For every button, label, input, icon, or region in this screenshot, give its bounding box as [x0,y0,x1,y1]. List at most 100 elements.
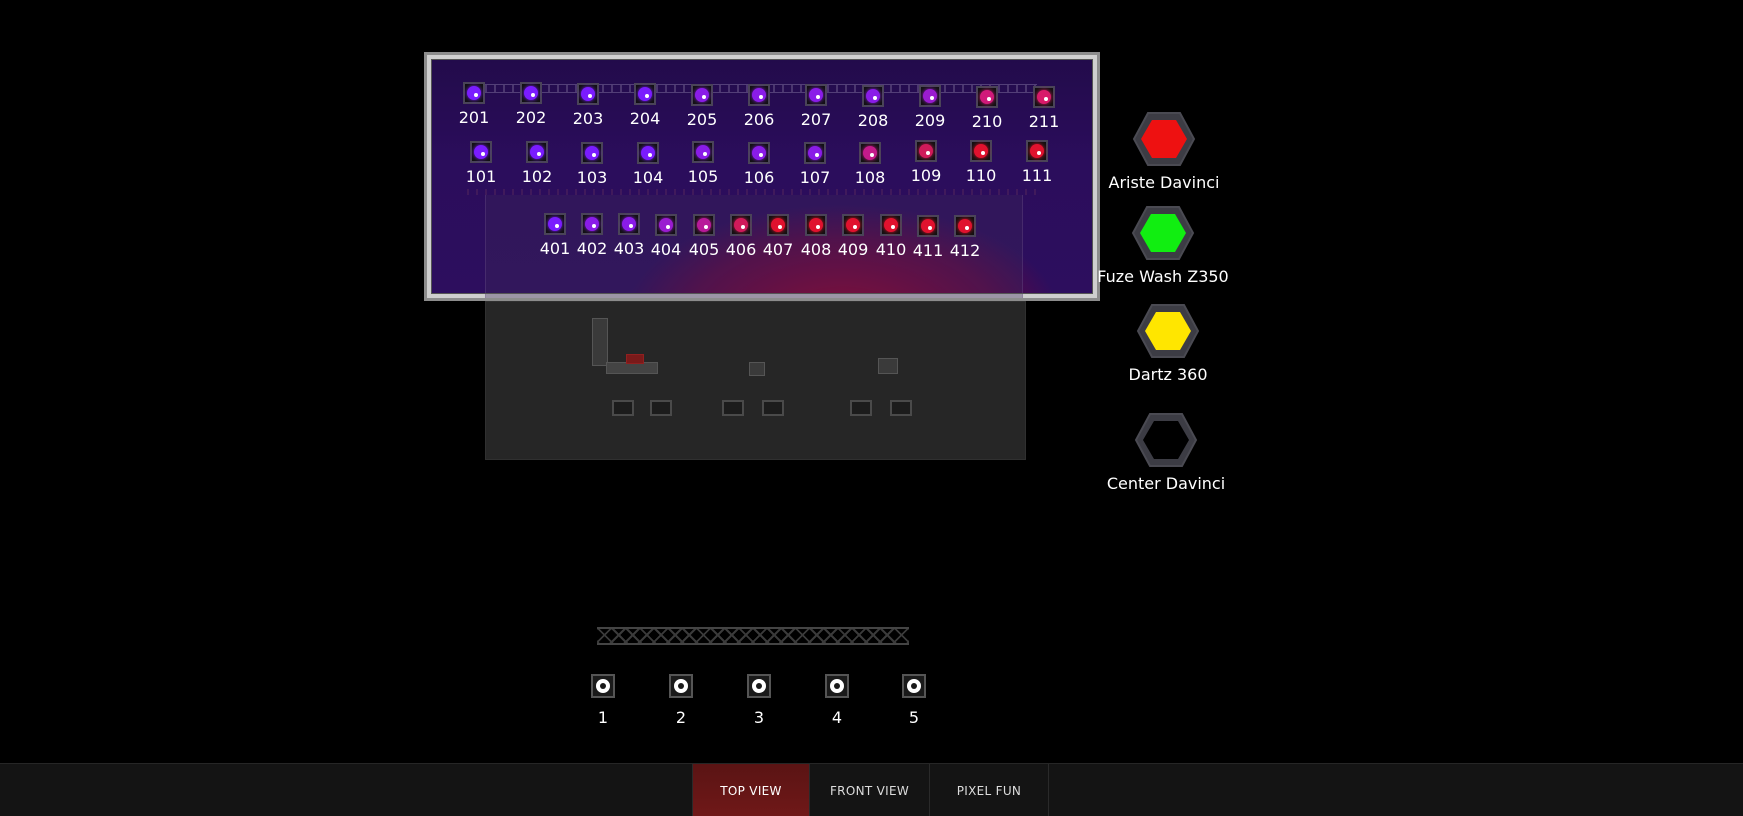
fixture-204[interactable]: 204 [617,83,673,135]
fixture-head-icon [618,213,640,235]
fixture-head-icon [805,214,827,236]
fixture-201[interactable]: 201 [446,82,502,134]
fixture-center-dot [481,152,485,156]
fixture-number: 109 [910,166,942,185]
fixture-210[interactable]: 210 [959,86,1015,138]
fixture-108[interactable]: 108 [842,142,898,194]
fixture-center-dot [648,153,652,157]
fixture-lamp [923,89,937,103]
fixture-center-dot [981,151,985,155]
fixture-101[interactable]: 101 [453,141,509,193]
fixture-center-dot [704,225,708,229]
fixture-head-icon [526,141,548,163]
fixture-lamp [659,218,673,232]
fixture-head-icon [634,83,656,105]
fixture-207[interactable]: 207 [788,84,844,136]
floor-lamp-number: 1 [597,708,609,727]
fixture-lamp [474,145,488,159]
hexagon-icon [1131,205,1195,261]
legend-item-ariste-davinci[interactable]: Ariste Davinci [1094,111,1234,192]
fixture-lamp [638,87,652,101]
floor-lamp-3[interactable]: 3 [734,674,784,727]
fixture-head-icon [917,215,939,237]
fixture-209[interactable]: 209 [902,85,958,137]
fixture-center-dot [1037,151,1041,155]
fixture-208[interactable]: 208 [845,85,901,137]
fixture-head-icon [859,142,881,164]
fixture-head-icon [730,214,752,236]
fixture-lamp [866,89,880,103]
fixture-lamp [695,88,709,102]
fixture-103[interactable]: 103 [564,142,620,194]
fixture-lamp [697,218,711,232]
fixture-center-dot [702,95,706,99]
fixture-center-dot [537,152,541,156]
legend-item-center-davinci[interactable]: Center Davinci [1096,412,1236,493]
fixture-111[interactable]: 111 [1009,140,1065,192]
fixture-center-dot [741,225,745,229]
floor-lamp-2[interactable]: 2 [656,674,706,727]
fixture-number: 206 [743,110,775,129]
fixture-center-dot [703,152,707,156]
fixture-105[interactable]: 105 [675,141,731,193]
fixture-lamp [884,218,898,232]
lamp-ring-icon [596,679,610,693]
fixture-center-dot [629,224,633,228]
fixture-number: 110 [965,166,997,185]
rig-tower [592,318,608,366]
fixture-109[interactable]: 109 [898,140,954,192]
rig-right-unit [878,358,898,374]
floor-lamp-number: 4 [831,708,843,727]
fixture-412[interactable]: 412 [937,215,993,267]
lighting-preview-window[interactable]: 201 202 203 204 205 206 207 208 209 210 211 101 102 1… [424,52,1100,301]
fixture-center-dot [666,225,670,229]
fixture-211[interactable]: 211 [1016,86,1072,138]
fixture-lamp [974,144,988,158]
fixture-center-dot [870,153,874,157]
fixture-number: 203 [572,109,604,128]
fixture-number: 111 [1021,166,1053,185]
fixture-center-dot [592,153,596,157]
fixture-head-icon [581,213,603,235]
fixture-center-dot [816,225,820,229]
fixture-205[interactable]: 205 [674,84,730,136]
fixture-number: 105 [687,167,719,186]
rig-center-unit [749,362,765,376]
fixture-202[interactable]: 202 [503,82,559,134]
fixture-number: 412 [949,241,981,260]
hexagon-icon [1136,303,1200,359]
legend-label: Fuze Wash Z350 [1097,267,1229,286]
lamp-ring-icon [752,679,766,693]
fixture-lamp [1030,144,1044,158]
fixture-center-dot [930,96,934,100]
fixture-102[interactable]: 102 [509,141,565,193]
tab-top-view[interactable]: TOP VIEW [692,764,809,816]
legend-label: Ariste Davinci [1108,173,1220,192]
fixture-head-icon [748,142,770,164]
fixture-107[interactable]: 107 [787,142,843,194]
fixture-head-icon [520,82,542,104]
fixture-lamp [585,217,599,231]
tab-pixel-fun[interactable]: PIXEL FUN [929,764,1049,816]
floor-lamp-4[interactable]: 4 [812,674,862,727]
stage-floor [485,301,1026,460]
fixture-head-icon [577,83,599,105]
fixture-number: 102 [521,167,553,186]
hexagon-icon [1134,412,1198,468]
floor-lamp-1[interactable]: 1 [578,674,628,727]
fixture-106[interactable]: 106 [731,142,787,194]
fixture-center-dot [926,151,930,155]
fixture-head-icon [693,214,715,236]
floor-lamp-5[interactable]: 5 [889,674,939,727]
legend-item-fuze-wash-z350[interactable]: Fuze Wash Z350 [1093,205,1233,286]
fixture-lamp [846,218,860,232]
fixture-203[interactable]: 203 [560,83,616,135]
tab-front-view[interactable]: FRONT VIEW [809,764,929,816]
legend-item-dartz-360[interactable]: Dartz 360 [1098,303,1238,384]
fixture-206[interactable]: 206 [731,84,787,136]
fixture-head-icon [470,141,492,163]
stage-canvas: 201 202 203 204 205 206 207 208 209 210 211 101 102 1… [0,0,1743,816]
fixture-104[interactable]: 104 [620,142,676,194]
fixture-110[interactable]: 110 [953,140,1009,192]
fixture-number: 202 [515,108,547,127]
